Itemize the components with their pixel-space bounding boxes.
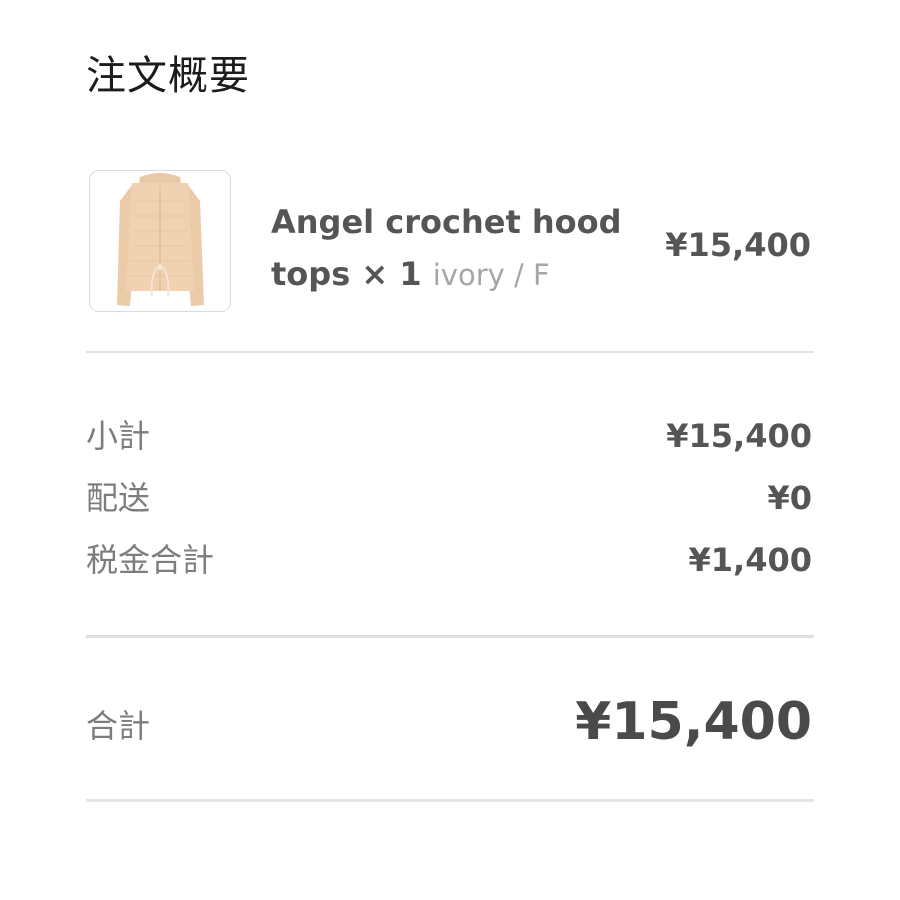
shipping-row: 配送 ¥0 [86, 472, 812, 524]
page-title: 注文概要 [86, 53, 250, 99]
product-thumbnail [89, 170, 231, 312]
subtotal-label: 小計 [86, 417, 151, 455]
order-item: Angel crochet hood tops × 1 ivory / F ¥1… [89, 170, 813, 312]
divider [86, 799, 814, 802]
tax-row: 税金合計 ¥1,400 [86, 534, 812, 586]
total-row: 合計 ¥15,400 [86, 688, 812, 760]
tax-value: ¥1,400 [688, 541, 812, 579]
shipping-value: ¥0 [767, 479, 812, 517]
tax-label: 税金合計 [86, 541, 215, 579]
product-variant: ivory / F [432, 258, 550, 292]
subtotal-value: ¥15,400 [666, 417, 812, 455]
divider [86, 351, 814, 353]
divider [86, 635, 814, 638]
total-value: ¥15,400 [575, 692, 812, 752]
total-label: 合計 [86, 707, 151, 745]
subtotal-row: 小計 ¥15,400 [86, 410, 812, 462]
product-price: ¥15,400 [665, 226, 811, 264]
cardigan-product-image [90, 171, 230, 311]
product-name-block: Angel crochet hood tops × 1 ivory / F [271, 196, 631, 301]
shipping-label: 配送 [86, 479, 151, 517]
